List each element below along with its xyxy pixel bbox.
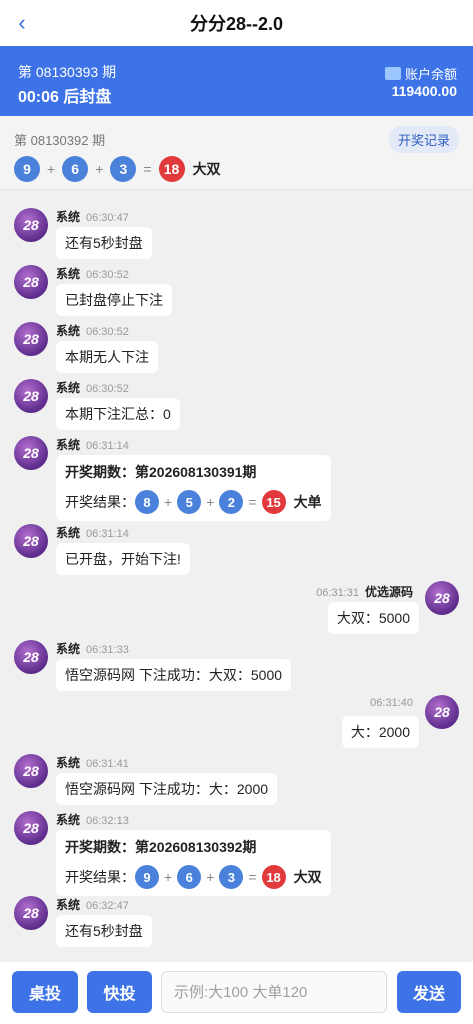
result-ball: 8 (135, 490, 159, 514)
equals-sign: = (248, 869, 257, 885)
result-sum-ball: 15 (261, 490, 286, 514)
quick-bet-button[interactable]: 快投 (87, 971, 152, 1013)
sender-name: 系统 (56, 210, 81, 224)
result-ball: 6 (177, 865, 202, 889)
message-time: 06:31:14 (86, 440, 129, 452)
avatar: 28 (425, 695, 459, 729)
avatar: 28 (14, 265, 48, 299)
message-bubble: 已封盘停止下注 (56, 284, 172, 316)
balance-label-text: 账户余额 (404, 67, 457, 82)
balance-label: 账户余额 (384, 64, 457, 83)
sender-name: 系统 (56, 526, 81, 540)
current-period-panel: 第 08130393 期 00:06 后封盘 账户余额 119400.00 (0, 46, 473, 116)
result-ball: 2 (219, 490, 244, 514)
plus-sign: + (164, 494, 173, 510)
avatar: 28 (14, 811, 48, 845)
plus-sign: + (164, 869, 173, 885)
result-sum-ball: 18 (158, 156, 185, 182)
message-time: 06:31:40 (370, 697, 413, 709)
chevron-left-icon[interactable]: ‹ (12, 10, 32, 36)
equals-sign: = (143, 161, 152, 177)
plus-sign: + (95, 161, 104, 177)
message-bubble: 大：2000 (341, 716, 419, 748)
wallet-icon (384, 67, 401, 80)
page-title: 分分28--2.0 (189, 14, 284, 34)
result-sum-ball: 18 (261, 865, 286, 889)
chat-list[interactable]: 28 系统 06:30:47 还有5秒封盘 28 系统 06:30:52 已封盘停止… (0, 190, 473, 962)
message-time: 06:32:13 (86, 815, 129, 827)
bet-toolbar: 桌投 快投 发送 (0, 962, 473, 1024)
message-bubble: 已开盘，开始下注! (56, 543, 190, 575)
avatar: 28 (425, 581, 459, 615)
sender-name: 优选源码 (364, 585, 413, 599)
result-ball: 5 (177, 490, 202, 514)
send-button[interactable]: 发送 (397, 971, 461, 1013)
avatar: 28 (14, 754, 48, 788)
draw-result-bubble: 开奖期数：第202608130392期 开奖结果： 9 + 6 + 3 = 18… (56, 830, 331, 896)
draw-history-button[interactable]: 开奖记录 (388, 126, 459, 153)
message-bubble: 还有5秒封盘 (56, 227, 152, 259)
avatar: 28 (14, 208, 48, 242)
top-bar: ‹ 分分28--2.0 (0, 0, 473, 46)
last-result-panel: 第 08130392 期 开奖记录 9 + 6 + 3 = 18 大双 (0, 116, 473, 190)
avatar: 28 (14, 379, 48, 413)
sender-name: 系统 (56, 813, 81, 827)
message-time: 06:32:47 (86, 900, 129, 912)
sender-name: 系统 (56, 381, 81, 395)
draw-label: 开奖结果： (65, 494, 135, 510)
avatar: 28 (14, 896, 48, 930)
result-tag: 大单 (293, 494, 322, 510)
plus-sign: + (47, 161, 56, 177)
sender-name: 系统 (56, 324, 81, 338)
plus-sign: + (206, 869, 215, 885)
message-time: 06:31:41 (86, 758, 129, 770)
message-time: 06:30:52 (86, 383, 129, 395)
message-bubble: 还有5秒封盘 (56, 915, 152, 947)
result-ball: 6 (62, 156, 89, 182)
avatar: 28 (14, 436, 48, 470)
sender-name: 系统 (56, 898, 81, 912)
result-ball: 3 (110, 156, 137, 182)
equals-sign: = (248, 494, 257, 510)
avatar: 28 (14, 640, 48, 674)
message-time: 06:31:14 (86, 528, 129, 540)
last-result: 9 + 6 + 3 = 18 大双 (14, 156, 221, 182)
last-period: 第 08130392 期 (14, 133, 106, 148)
avatar: 28 (14, 322, 48, 356)
sender-name: 系统 (56, 267, 81, 281)
result-ball: 9 (135, 865, 159, 889)
sender-name: 系统 (56, 438, 81, 452)
draw-title: 开奖期数：第202608130392期 (65, 839, 257, 855)
current-period: 第 08130393 期 (18, 64, 117, 80)
sender-name: 系统 (56, 642, 81, 656)
avatar: 28 (14, 524, 48, 558)
draw-result-bubble: 开奖期数：第202608130391期 开奖结果： 8 + 5 + 2 = 15… (56, 455, 331, 521)
result-ball: 3 (219, 865, 244, 889)
result-tag: 大双 (293, 869, 322, 885)
message-time: 06:31:33 (86, 644, 129, 656)
countdown: 00:06 后封盘 (18, 89, 112, 106)
message-time: 06:30:52 (86, 269, 129, 281)
draw-label: 开奖结果： (65, 869, 135, 885)
message-bubble: 悟空源码网 下注成功：大：2000 (56, 773, 278, 805)
sender-name: 系统 (56, 756, 81, 770)
message-bubble: 大双：5000 (327, 602, 419, 634)
bet-input[interactable] (161, 971, 387, 1013)
message-time: 06:30:52 (86, 326, 129, 338)
balance-value: 119400.00 (391, 83, 457, 99)
desk-bet-button[interactable]: 桌投 (12, 971, 78, 1013)
result-ball: 9 (14, 156, 40, 182)
result-tag: 大双 (192, 161, 221, 177)
message-time: 06:30:47 (86, 212, 129, 224)
message-bubble: 悟空源码网 下注成功：大双：5000 (56, 659, 292, 691)
draw-title: 开奖期数：第202608130391期 (65, 464, 257, 480)
message-time: 06:31:31 (316, 587, 359, 599)
plus-sign: + (206, 494, 215, 510)
message-bubble: 本期无人下注 (56, 341, 158, 373)
message-bubble: 本期下注汇总：0 (56, 398, 180, 430)
